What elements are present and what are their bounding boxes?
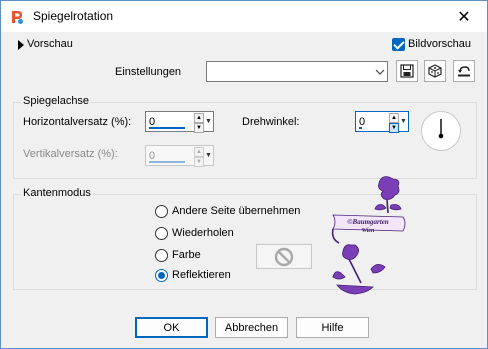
spiegelachse-title: Spiegelachse <box>21 95 92 107</box>
reset-button[interactable] <box>453 60 475 82</box>
reset-icon <box>458 66 470 77</box>
spin-down-icon[interactable]: ▼ <box>194 123 204 133</box>
window-title: Spiegelrotation <box>33 9 114 23</box>
vertical-offset-slider <box>149 161 185 163</box>
radio-reflect[interactable] <box>155 269 168 282</box>
radio-color-label[interactable]: Farbe <box>172 249 201 261</box>
preview-toggle-label[interactable]: Vorschau <box>27 38 73 50</box>
dialog-window: Spiegelrotation ✕ Vorschau Bildvorschau … <box>0 0 488 349</box>
radio-other-side-label[interactable]: Andere Seite übernehmen <box>172 205 300 217</box>
dropdown-arrow-icon[interactable]: ▼ <box>204 113 213 130</box>
chevron-down-icon[interactable] <box>373 62 387 81</box>
watermark-line2: Wien <box>362 228 375 234</box>
kantenmodus-title: Kantenmodus <box>21 187 93 199</box>
no-color-icon <box>274 247 294 266</box>
spin-down-icon[interactable]: ▼ <box>389 123 399 133</box>
close-icon: ✕ <box>457 8 471 26</box>
spin-up-icon[interactable]: ▲ <box>194 113 204 123</box>
dropdown-arrow-icon: ▼ <box>205 152 212 159</box>
radio-repeat-label[interactable]: Wiederholen <box>172 227 234 239</box>
angle-dial-icon[interactable] <box>420 110 462 152</box>
cancel-button[interactable]: Abbrechen <box>215 317 288 338</box>
help-button-label: Hilfe <box>321 321 344 334</box>
ok-button[interactable]: OK <box>135 317 208 338</box>
rotation-slider[interactable] <box>359 127 362 129</box>
radio-other-side[interactable] <box>155 205 168 218</box>
radio-reflect-label[interactable]: Reflektieren <box>172 269 231 281</box>
watermark-line1: ©Baumgarten <box>347 218 389 226</box>
bildvorschau-label: Bildvorschau <box>408 38 471 50</box>
radio-color[interactable] <box>155 249 168 262</box>
rotation-label: Drehwinkel: <box>242 116 300 128</box>
randomize-button[interactable] <box>424 60 446 82</box>
rotation-spinner[interactable]: 0 ▲ ▼ ▼ <box>355 111 409 133</box>
cancel-button-label: Abbrechen <box>224 321 279 334</box>
settings-label: Einstellungen <box>115 66 182 78</box>
app-icon <box>12 11 23 24</box>
dropdown-arrow-icon[interactable]: ▼ <box>399 113 408 130</box>
vertical-offset-updown: ▲ ▼ <box>194 147 204 167</box>
spin-up-icon[interactable]: ▲ <box>389 113 399 123</box>
horizontal-offset-updown[interactable]: ▲ ▼ <box>194 113 204 133</box>
dice-icon <box>428 64 442 78</box>
triangle-right-icon[interactable] <box>17 40 25 50</box>
ok-button-label: OK <box>163 321 180 334</box>
vertical-offset-label: Vertikalversatz (%): <box>23 148 118 160</box>
spin-down-icon: ▼ <box>194 157 204 167</box>
settings-combobox[interactable] <box>206 61 388 82</box>
title-bar[interactable]: Spiegelrotation ✕ <box>1 1 487 32</box>
help-button[interactable]: Hilfe <box>296 317 369 338</box>
vertical-offset-spinner: 0 ▲ ▼ ▼ <box>145 145 214 167</box>
color-swatch <box>256 244 312 269</box>
spin-up-icon: ▲ <box>194 147 204 157</box>
bildvorschau-checkbox[interactable] <box>392 38 405 51</box>
close-button[interactable]: ✕ <box>441 1 487 32</box>
save-preset-button[interactable] <box>396 60 418 82</box>
horizontal-offset-label: Horizontalversatz (%): <box>23 116 132 128</box>
floppy-disk-icon <box>400 64 414 78</box>
horizontal-offset-slider[interactable] <box>149 127 185 129</box>
rotation-updown[interactable]: ▲ ▼ <box>389 113 399 133</box>
horizontal-offset-spinner[interactable]: 0 ▲ ▼ ▼ <box>145 111 214 133</box>
radio-repeat[interactable] <box>155 227 168 240</box>
watermark-logo: ©Baumgarten Wien <box>331 176 406 295</box>
